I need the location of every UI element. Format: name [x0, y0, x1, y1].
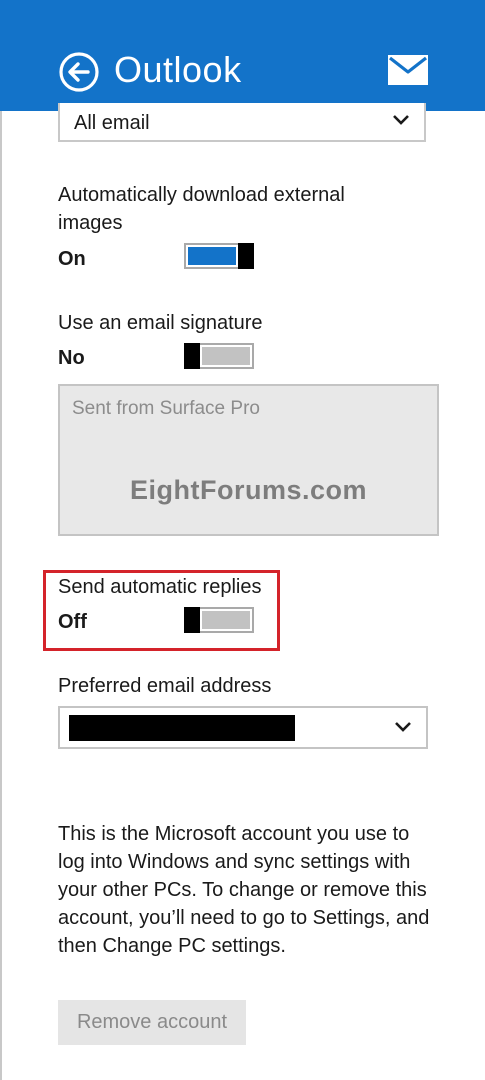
toggle-fill	[202, 347, 250, 365]
chevron-down-icon	[393, 115, 409, 125]
remove-account-button[interactable]: Remove account	[58, 1000, 246, 1045]
watermark: EightForums.com	[129, 475, 367, 505]
preferred-email-dropdown[interactable]	[58, 706, 428, 749]
account-info-text: This is the Microsoft account you use to…	[58, 823, 430, 957]
signature-label: Use an email signature	[58, 312, 263, 334]
toggle-fill	[188, 247, 236, 265]
preferred-email-label: Preferred email address	[58, 675, 272, 697]
left-edge-divider	[0, 0, 2, 1080]
signature-text: Sent from Surface Pro	[72, 398, 260, 419]
download-email-value: All email	[74, 112, 150, 134]
signature-textbox: Sent from Surface Pro EightForums.com	[58, 384, 439, 536]
external-images-label: Automatically download external images	[58, 184, 345, 234]
toggle-fill	[202, 611, 250, 629]
back-arrow-circle-icon[interactable]	[58, 51, 100, 93]
chevron-down-icon	[395, 722, 411, 732]
page-title: Outlook	[114, 49, 242, 90]
toggle-thumb	[184, 607, 200, 633]
download-email-dropdown[interactable]: All email	[58, 103, 426, 142]
auto-replies-toggle[interactable]	[184, 607, 254, 633]
external-images-state: On	[58, 248, 86, 270]
toggle-thumb	[184, 343, 200, 369]
external-images-toggle[interactable]	[184, 243, 254, 269]
signature-toggle[interactable]	[184, 343, 254, 369]
toggle-thumb	[238, 243, 254, 269]
signature-state: No	[58, 347, 85, 369]
auto-replies-label: Send automatic replies	[58, 576, 262, 598]
auto-replies-state: Off	[58, 611, 87, 633]
app-header: Outlook	[0, 0, 485, 111]
envelope-icon[interactable]	[388, 55, 428, 85]
redacted-email	[69, 715, 295, 741]
